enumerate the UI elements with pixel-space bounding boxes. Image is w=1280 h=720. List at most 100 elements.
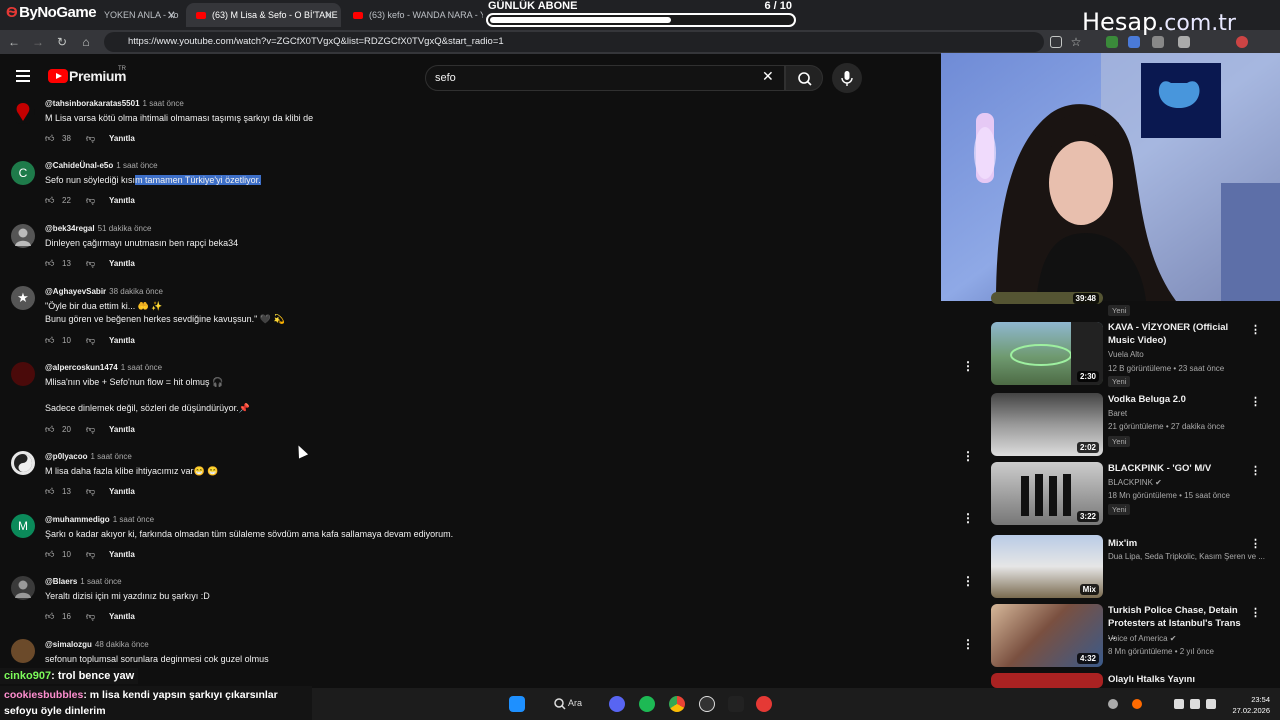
avatar[interactable]: [11, 224, 35, 248]
battery-icon[interactable]: [1206, 699, 1216, 709]
search-button[interactable]: [785, 65, 823, 91]
more-options-icon[interactable]: ⋮: [1250, 464, 1261, 477]
avatar[interactable]: M: [11, 514, 35, 538]
url-field[interactable]: https://www.youtube.com/watch?v=ZGCfX0TV…: [104, 32, 1044, 52]
video-thumbnail[interactable]: 39:48: [991, 292, 1103, 304]
comment-author[interactable]: @bek34regal 51 dakika önce: [45, 224, 151, 233]
comment-author[interactable]: @simalozgu 48 dakika önce: [45, 640, 149, 649]
reply-button[interactable]: Yanıtla: [109, 550, 135, 559]
dislike-icon[interactable]: 👎︎: [86, 335, 96, 345]
dislike-icon[interactable]: 👎︎: [86, 424, 96, 434]
more-options-icon[interactable]: ⋮: [962, 637, 974, 651]
video-thumbnail[interactable]: [991, 673, 1103, 688]
like-icon[interactable]: 👍︎: [45, 549, 55, 559]
like-icon[interactable]: 👍︎: [45, 424, 55, 434]
comment-author[interactable]: @Blaers 1 saat önce: [45, 577, 122, 586]
tray-icon[interactable]: [1108, 699, 1118, 709]
extension-icon[interactable]: [1106, 36, 1118, 48]
video-thumbnail[interactable]: Mix: [991, 535, 1103, 598]
avatar[interactable]: C: [11, 161, 35, 185]
avatar[interactable]: [11, 362, 35, 386]
more-options-icon[interactable]: ⋮: [962, 574, 974, 588]
volume-icon[interactable]: [1190, 699, 1200, 709]
comment-author[interactable]: @tahsinborakaratas5501 1 saat önce: [45, 99, 184, 108]
comment-author[interactable]: @p0lyacoo 1 saat önce: [45, 452, 132, 461]
hamburger-menu-icon[interactable]: [16, 70, 30, 82]
avatar[interactable]: [11, 576, 35, 600]
tab-2-active[interactable]: (63) M Lisa & Sefo - O Bİ'TANE ✕: [186, 3, 341, 27]
dislike-icon[interactable]: 👎︎: [86, 611, 96, 621]
more-options-icon[interactable]: ⋮: [962, 511, 974, 525]
video-title[interactable]: BLACKPINK - 'GO' M/V: [1108, 462, 1248, 475]
youtube-logo-icon[interactable]: [48, 69, 68, 83]
avatar[interactable]: [11, 639, 35, 663]
tray-icon[interactable]: [1132, 699, 1142, 709]
reply-button[interactable]: Yanıtla: [109, 336, 135, 345]
channel-name[interactable]: Vuela Alto: [1108, 350, 1144, 359]
reply-button[interactable]: Yanıtla: [109, 425, 135, 434]
tab-3[interactable]: (63) kefo - WANDA NARA - Yo: [343, 3, 483, 27]
dislike-icon[interactable]: 👎︎: [86, 549, 96, 559]
avatar[interactable]: [11, 100, 35, 124]
taskbar-search-label[interactable]: Ara: [568, 698, 582, 708]
dislike-icon[interactable]: 👎︎: [86, 133, 96, 143]
star-icon[interactable]: ☆: [1068, 34, 1084, 50]
chrome-icon[interactable]: [669, 696, 685, 712]
spotify-icon[interactable]: [639, 696, 655, 712]
more-options-icon[interactable]: ⋮: [1250, 606, 1261, 619]
channel-name[interactable]: Voice of America ✔: [1108, 634, 1177, 643]
home-icon[interactable]: ⌂: [78, 34, 94, 50]
reply-button[interactable]: Yanıtla: [109, 196, 135, 205]
back-arrow-icon[interactable]: ←: [6, 34, 22, 50]
video-title[interactable]: Olaylı Htalks Yayını: [1108, 673, 1248, 686]
install-icon[interactable]: [1050, 36, 1062, 48]
reply-button[interactable]: Yanıtla: [109, 134, 135, 143]
comment-author[interactable]: @AghayevSabir 38 dakika önce: [45, 287, 163, 296]
like-icon[interactable]: 👍︎: [45, 133, 55, 143]
video-thumbnail[interactable]: 4:32: [991, 604, 1103, 667]
reload-icon[interactable]: ↻: [54, 34, 70, 50]
forward-arrow-icon[interactable]: →: [30, 34, 46, 50]
more-options-icon[interactable]: ⋮: [1250, 537, 1261, 550]
obs-icon[interactable]: [699, 696, 715, 712]
more-options-icon[interactable]: ⋮: [1250, 395, 1261, 408]
dislike-icon[interactable]: 👎︎: [86, 486, 96, 496]
channel-name[interactable]: Baret: [1108, 409, 1127, 418]
more-options-icon[interactable]: ⋮: [962, 449, 974, 463]
close-icon[interactable]: ✕: [167, 9, 176, 22]
clear-search-icon[interactable]: ✕: [762, 68, 774, 85]
comment-author[interactable]: @alpercoskun1474 1 saat önce: [45, 363, 162, 372]
avatar[interactable]: ★: [11, 286, 35, 310]
channel-name[interactable]: BLACKPINK ✔: [1108, 478, 1162, 487]
reply-button[interactable]: Yanıtla: [109, 487, 135, 496]
tab-1[interactable]: YOKEN ANLA - Yo ✕: [94, 3, 184, 27]
video-thumbnail[interactable]: 3:22: [991, 462, 1103, 525]
dislike-icon[interactable]: 👎︎: [86, 195, 96, 205]
more-options-icon[interactable]: ⋮: [962, 359, 974, 373]
video-title[interactable]: Vodka Beluga 2.0: [1108, 393, 1248, 406]
video-title[interactable]: Mix'im: [1108, 537, 1248, 550]
profile-icon[interactable]: [1236, 36, 1248, 48]
like-icon[interactable]: 👍︎: [45, 335, 55, 345]
capcut-icon[interactable]: [728, 696, 744, 712]
discord-icon[interactable]: [609, 696, 625, 712]
search-input[interactable]: sefo: [425, 65, 785, 91]
like-icon[interactable]: 👍︎: [45, 486, 55, 496]
network-icon[interactable]: [1174, 699, 1184, 709]
reply-button[interactable]: Yanıtla: [109, 259, 135, 268]
like-icon[interactable]: 👍︎: [45, 195, 55, 205]
close-icon[interactable]: ✕: [324, 9, 333, 22]
windows-start-icon[interactable]: [509, 696, 525, 712]
dislike-icon[interactable]: 👎︎: [86, 258, 96, 268]
video-thumbnail[interactable]: 2:02: [991, 393, 1103, 456]
search-icon[interactable]: [552, 696, 568, 712]
browser-icon[interactable]: [756, 696, 772, 712]
more-options-icon[interactable]: ⋮: [1250, 323, 1261, 336]
video-thumbnail[interactable]: 2:30: [991, 322, 1103, 385]
video-title[interactable]: KAVA - VİZYONER (Official Music Video): [1108, 321, 1248, 347]
like-icon[interactable]: 👍︎: [45, 258, 55, 268]
voice-search-button[interactable]: [832, 63, 862, 93]
extension-icon[interactable]: [1152, 36, 1164, 48]
puzzle-icon[interactable]: [1178, 36, 1190, 48]
channel-name[interactable]: Dua Lipa, Seda Tripkolic, Kasım Şeren ve…: [1108, 552, 1265, 561]
